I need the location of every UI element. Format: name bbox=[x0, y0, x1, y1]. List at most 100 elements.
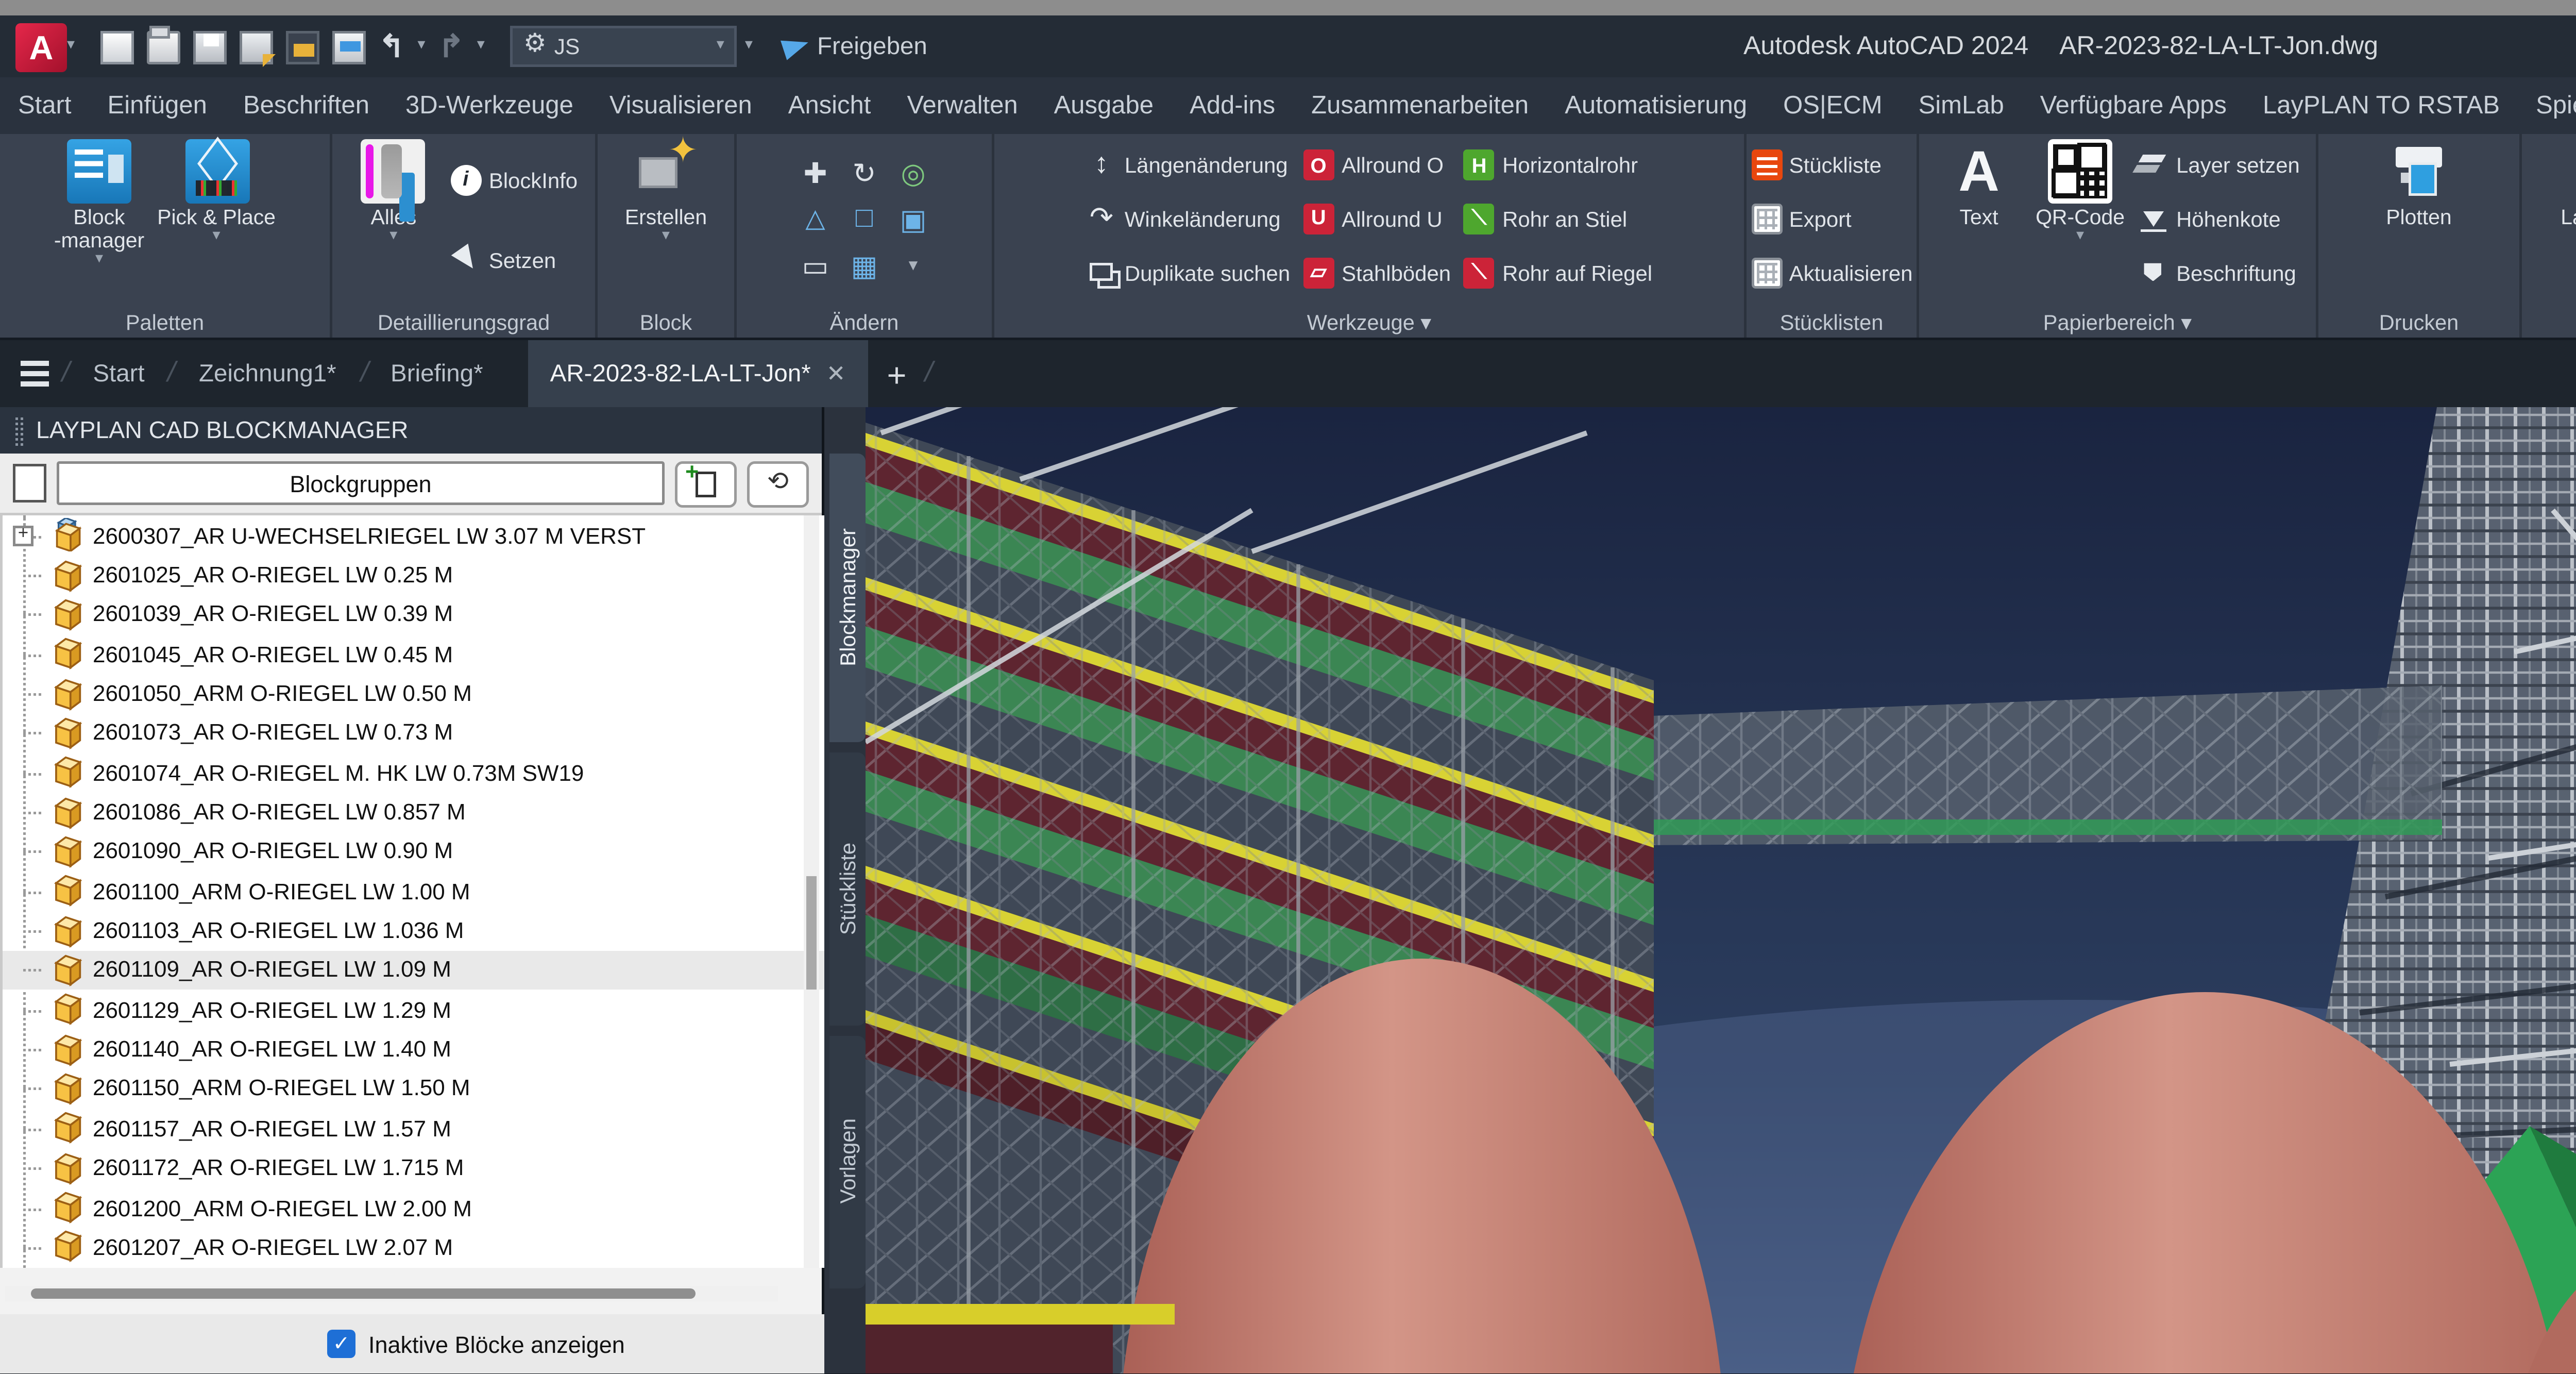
ribbon-button-export[interactable]: Export bbox=[1751, 204, 1913, 234]
file-tab-briefing[interactable]: Briefing* bbox=[367, 340, 506, 407]
tab-close-icon[interactable]: ✕ bbox=[826, 360, 846, 388]
file-tabs-menu-icon[interactable] bbox=[0, 340, 62, 407]
ribbon-tab-einf-gen[interactable]: Einfügen bbox=[90, 77, 225, 134]
ribbon-button-qr-code[interactable]: QR-Code▾ bbox=[2036, 139, 2125, 299]
ribbon-button-st-ckliste[interactable]: Stückliste bbox=[1751, 150, 1913, 181]
side-tab-st-ckliste[interactable]: Stückliste bbox=[829, 752, 866, 1026]
workspace-switcher[interactable]: ⚙ JS ▾ bbox=[511, 26, 737, 67]
undo-caret-icon[interactable]: ▾ bbox=[417, 39, 425, 54]
ribbon-button-blockinfo[interactable]: iBlockInfo bbox=[450, 164, 578, 195]
scale-icon[interactable] bbox=[796, 246, 835, 285]
block-list-item[interactable]: 2601086_AR O-RIEGEL LW 0.857 M bbox=[3, 792, 824, 832]
block-list-item[interactable]: 2601074_AR O-RIEGEL M. HK LW 0.73M SW19 bbox=[3, 752, 824, 792]
ribbon-tab-os-ecm[interactable]: OS|ECM bbox=[1765, 77, 1900, 134]
save-as-icon[interactable] bbox=[240, 30, 273, 63]
ribbon-tab-ausgabe[interactable]: Ausgabe bbox=[1036, 77, 1172, 134]
ribbon-button-duplikate-suchen[interactable]: Duplikate suchen bbox=[1086, 257, 1290, 288]
vertical-scroll-thumb[interactable] bbox=[806, 876, 817, 990]
block-list-item[interactable]: +2600307_AR U-WECHSELRIEGEL LW 3.07 M VE… bbox=[3, 515, 824, 555]
block-list-item[interactable]: 2601109_AR O-RIEGEL LW 1.09 M bbox=[3, 950, 824, 990]
side-tab-blockmanager[interactable]: Blockmanager bbox=[829, 454, 866, 742]
block-list-item[interactable]: 2601073_AR O-RIEGEL LW 0.73 M bbox=[3, 713, 824, 753]
ribbon-tab-automatisierung[interactable]: Automatisierung bbox=[1547, 77, 1765, 134]
share-button[interactable]: Freigeben bbox=[784, 32, 927, 61]
ribbon-tab-add-ins[interactable]: Add-ins bbox=[1172, 77, 1293, 134]
blockgroups-dropdown[interactable]: Blockgruppen bbox=[57, 461, 665, 505]
ribbon-button-layplan-classic[interactable]: LayPLAN CLASSIC▾ bbox=[2561, 139, 2576, 299]
block-list-item[interactable]: 2601100_ARM O-RIEGEL LW 1.00 M bbox=[3, 871, 824, 911]
block-list-item[interactable]: 2601140_AR O-RIEGEL LW 1.40 M bbox=[3, 1029, 824, 1069]
ribbon-tab-simlab[interactable]: SimLab bbox=[1901, 77, 2022, 134]
block-list-item[interactable]: 2601129_AR O-RIEGEL LW 1.29 M bbox=[3, 990, 824, 1030]
caret-icon[interactable] bbox=[894, 246, 933, 285]
ribbon-button-rohr-an-stiel[interactable]: ⟍Rohr an Stiel bbox=[1464, 204, 1652, 234]
plot-icon[interactable] bbox=[332, 30, 366, 63]
file-tab-ar-2023-82-la-lt-jon[interactable]: AR-2023-82-LA-LT-Jon*✕ bbox=[527, 340, 869, 407]
rotate-icon[interactable] bbox=[845, 154, 884, 192]
ribbon-button-l-ngen-nderung[interactable]: ↕Längenänderung bbox=[1086, 150, 1290, 181]
ribbon-button-erstellen[interactable]: Erstellen▾ bbox=[622, 139, 710, 299]
block-list-item[interactable]: 2601200_ARM O-RIEGEL LW 2.00 M bbox=[3, 1187, 824, 1227]
ribbon-tab-3d-werkzeuge[interactable]: 3D-Werkzeuge bbox=[387, 77, 591, 134]
ribbon-button-allround-o[interactable]: OAllround O bbox=[1303, 150, 1451, 181]
ribbon-button-alles[interactable]: Alles▾ bbox=[350, 139, 437, 299]
save-icon[interactable] bbox=[193, 30, 227, 63]
array-icon[interactable] bbox=[845, 246, 884, 285]
ribbon-tab-ansicht[interactable]: Ansicht bbox=[770, 77, 889, 134]
ribbon-tab-visualisieren[interactable]: Visualisieren bbox=[591, 77, 770, 134]
ribbon-button-horizontalrohr[interactable]: HHorizontalrohr bbox=[1464, 150, 1652, 181]
ribbon-button-text[interactable]: Text bbox=[1935, 139, 2023, 299]
block-list-item[interactable]: 2601103_AR O-RIEGEL LW 1.036 M bbox=[3, 911, 824, 950]
ribbon-button-block-manager[interactable]: Block-manager▾ bbox=[54, 139, 144, 299]
mirror-icon[interactable] bbox=[796, 200, 835, 239]
block-list-horizontal-scrollbar[interactable] bbox=[5, 1286, 778, 1301]
redo-caret-icon[interactable]: ▾ bbox=[477, 39, 485, 54]
ribbon-button-plotten[interactable]: Plotten bbox=[2375, 139, 2463, 299]
block-list-item[interactable]: 2601090_AR O-RIEGEL LW 0.90 M bbox=[3, 832, 824, 872]
inactive-blocks-checkbox[interactable]: ✓ bbox=[327, 1330, 355, 1358]
ribbon-tab-spielplatz[interactable]: Spielplatz bbox=[2518, 77, 2576, 134]
block-list-item[interactable]: 2601157_AR O-RIEGEL LW 1.57 M bbox=[3, 1109, 824, 1148]
app-menu-caret-icon[interactable]: ▾ bbox=[67, 39, 75, 54]
autocad-app-menu-icon[interactable]: A bbox=[15, 22, 67, 71]
undo-icon[interactable]: ↰ bbox=[379, 31, 404, 62]
block-list-item[interactable]: 2601172_AR O-RIEGEL LW 1.715 M bbox=[3, 1148, 824, 1188]
ribbon-button-h-henkote[interactable]: Höhenkote bbox=[2138, 204, 2300, 234]
ribbon-button-layer-setzen[interactable]: Layer setzen bbox=[2138, 150, 2300, 181]
block-list-item[interactable]: 2601025_AR O-RIEGEL LW 0.25 M bbox=[3, 555, 824, 595]
offset-icon[interactable] bbox=[894, 200, 933, 239]
ribbon-button-winkel-nderung[interactable]: ↷Winkeländerung bbox=[1086, 204, 1290, 234]
ribbon-tab-beschriften[interactable]: Beschriften bbox=[225, 77, 387, 134]
new-tab-button[interactable]: + bbox=[869, 355, 924, 393]
expand-icon[interactable]: + bbox=[13, 525, 33, 545]
ribbon-button-setzen[interactable]: Setzen bbox=[450, 244, 578, 275]
ribbon-tab-verf-gbare-apps[interactable]: Verfügbare Apps bbox=[2022, 77, 2245, 134]
file-tab-start[interactable]: Start bbox=[70, 340, 167, 407]
block-list-item[interactable]: 2601045_AR O-RIEGEL LW 0.45 M bbox=[3, 634, 824, 674]
ribbon-tab-layplan-to-rstab[interactable]: LayPLAN TO RSTAB bbox=[2245, 77, 2518, 134]
move-icon[interactable] bbox=[796, 154, 835, 192]
block-list-item[interactable]: 2601150_ARM O-RIEGEL LW 1.50 M bbox=[3, 1069, 824, 1109]
box-icon[interactable] bbox=[845, 200, 884, 239]
ribbon-button-allround-u[interactable]: UAllround U bbox=[1303, 204, 1451, 234]
ribbon-button-pick-place[interactable]: Pick & Place▾ bbox=[157, 139, 276, 299]
ribbon-button-aktualisieren[interactable]: Aktualisieren bbox=[1751, 257, 1913, 288]
blockmanager-palette-titlebar[interactable]: LAYPLAN CAD BLOCKMANAGER bbox=[0, 407, 822, 454]
open-from-web-icon[interactable] bbox=[286, 30, 319, 63]
horizontal-scroll-thumb[interactable] bbox=[31, 1288, 696, 1299]
viewport-3d-scene[interactable] bbox=[866, 407, 2576, 1374]
file-tab-zeichnung1[interactable]: Zeichnung1* bbox=[176, 340, 360, 407]
open-file-icon[interactable] bbox=[147, 30, 180, 63]
add-block-button[interactable] bbox=[675, 460, 737, 507]
ribbon-tab-verwalten[interactable]: Verwalten bbox=[889, 77, 1036, 134]
ribbon-button-stahlb-den[interactable]: ▱Stahlböden bbox=[1303, 257, 1451, 288]
ribbon-tab-zusammenarbeiten[interactable]: Zusammenarbeiten bbox=[1293, 77, 1547, 134]
side-tab-vorlagen[interactable]: Vorlagen bbox=[829, 1036, 866, 1288]
block-list-item[interactable]: 2601039_AR O-RIEGEL LW 0.39 M bbox=[3, 594, 824, 634]
ribbon-button-beschriftung[interactable]: Beschriftung bbox=[2138, 257, 2300, 288]
palette-grip-icon[interactable] bbox=[15, 416, 23, 445]
refresh-button[interactable]: ⟲ bbox=[747, 460, 809, 507]
ribbon-tab-start[interactable]: Start bbox=[0, 77, 90, 134]
new-file-icon[interactable] bbox=[100, 30, 134, 63]
block-list-item[interactable]: 2601050_ARM O-RIEGEL LW 0.50 M bbox=[3, 674, 824, 713]
